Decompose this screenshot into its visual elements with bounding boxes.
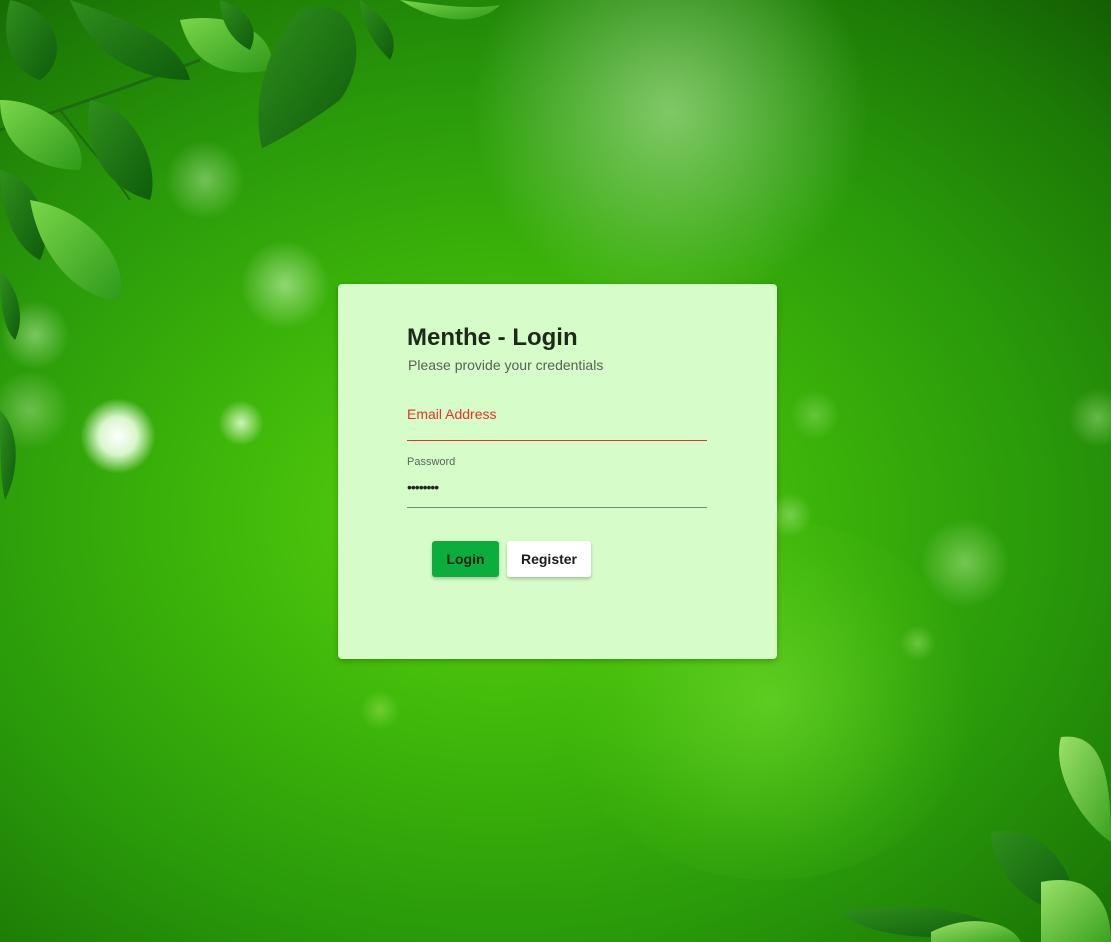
login-button[interactable]: Login	[432, 541, 499, 577]
register-button[interactable]: Register	[507, 541, 591, 577]
page-title: Menthe - Login	[407, 324, 578, 351]
email-field[interactable]: Email Address	[407, 404, 707, 441]
bottom-right-leaves	[841, 736, 1111, 942]
bokeh-spot	[360, 690, 400, 730]
bokeh-spot	[1068, 388, 1111, 448]
password-field[interactable]: Password ••••••••	[407, 454, 707, 508]
login-card: Menthe - Login Please provide your crede…	[338, 284, 777, 659]
bokeh-spot	[790, 390, 840, 440]
background-glow	[460, 0, 880, 300]
page-subtitle: Please provide your credentials	[408, 357, 604, 373]
